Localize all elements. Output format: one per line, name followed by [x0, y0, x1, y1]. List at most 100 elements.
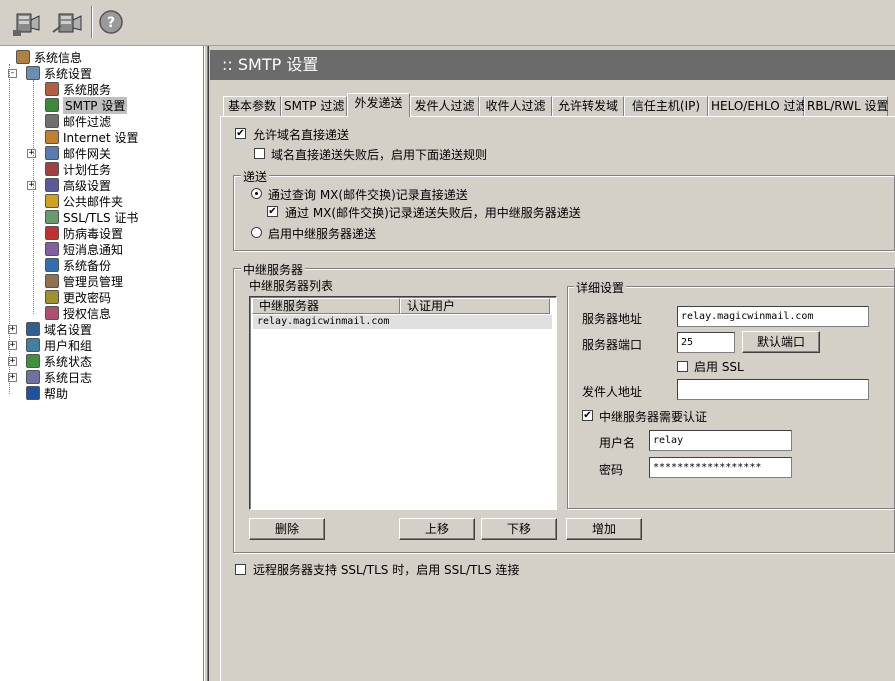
add-button[interactable]: 增加	[566, 518, 642, 540]
toolbar: ?	[0, 0, 895, 46]
mx-delivery-radio[interactable]	[251, 188, 262, 199]
details-group-title: 详细设置	[574, 279, 627, 296]
move-down-button[interactable]: 下移	[481, 518, 557, 540]
mx-fallback-checkbox[interactable]: ✔	[267, 206, 278, 217]
task-icon	[45, 162, 59, 176]
tree-item-label: 邮件过滤	[63, 114, 112, 129]
server-address-label: 服务器地址	[582, 312, 643, 326]
domain-icon	[26, 322, 40, 336]
tree-item[interactable]: SSL/TLS 证书	[45, 209, 138, 225]
remote-ssl-checkbox[interactable]	[235, 564, 246, 575]
tree-item-label: 管理员管理	[63, 274, 124, 289]
gateway-icon	[45, 146, 59, 160]
move-up-button[interactable]: 上移	[399, 518, 475, 540]
tab-recipient-filter[interactable]: 收件人过滤	[479, 96, 552, 116]
relay-delivery-radio[interactable]	[251, 227, 262, 238]
tab-relay-domains[interactable]: 允许转发域	[552, 96, 624, 116]
tab-rbl-settings[interactable]: RBL/RWL 设置	[804, 96, 889, 116]
tree-item[interactable]: 授权信息	[45, 305, 111, 321]
auth-required-label: 中继服务器需要认证	[599, 410, 708, 424]
username-input[interactable]: relay	[649, 430, 792, 451]
help-icon[interactable]: ?	[94, 5, 128, 39]
tree-item[interactable]: SMTP 设置	[45, 96, 128, 114]
tree-item-label: 域名设置	[44, 322, 93, 337]
tree-item[interactable]: 邮件网关	[45, 145, 111, 161]
tree-item[interactable]: 系统日志	[26, 369, 92, 385]
remote-ssl-label: 远程服务器支持 SSL/TLS 时，启用 SSL/TLS 连接	[253, 563, 520, 577]
tree-item[interactable]: 管理员管理	[45, 273, 123, 289]
sender-address-input[interactable]	[677, 379, 869, 400]
tree-item-label: 授权信息	[63, 306, 112, 321]
tab-trusted-hosts[interactable]: 信任主机(IP)	[624, 96, 708, 116]
certificate-icon	[45, 210, 59, 224]
tree-item-label: 短消息通知	[63, 242, 124, 257]
tree-item-label: 帮助	[44, 386, 69, 401]
users-icon	[26, 338, 40, 352]
tree-item-label: 防病毒设置	[63, 226, 124, 241]
page-title: :: SMTP 设置	[210, 50, 895, 80]
tree-item[interactable]: 系统状态	[26, 353, 92, 369]
tab-smtp-filter[interactable]: SMTP 过滤	[281, 96, 347, 116]
connect-server-icon[interactable]	[10, 5, 44, 39]
tree-item-label: 用户和组	[44, 338, 93, 353]
help-book-icon	[26, 386, 40, 400]
relay-list-title: 中继服务器列表	[249, 279, 334, 293]
tree-item[interactable]: 公共邮件夹	[45, 193, 123, 209]
tree-item-label: 系统日志	[44, 370, 93, 385]
auth-required-checkbox[interactable]: ✔	[582, 410, 593, 421]
tree-item[interactable]: 邮件过滤	[45, 113, 111, 129]
tree-item[interactable]: 计划任务	[45, 161, 111, 177]
tree-item[interactable]: 帮助	[26, 385, 68, 401]
folder-icon	[45, 194, 59, 208]
tree-item-label: Internet 设置	[63, 130, 139, 145]
password-label: 密码	[599, 463, 624, 477]
relay-server-list[interactable]: 中继服务器 认证用户 relay.magicwinmail.com	[249, 296, 557, 510]
column-header-auth-user[interactable]: 认证用户	[400, 298, 550, 314]
tree-item-label: 更改密码	[63, 290, 112, 305]
tree-item-label: 系统备份	[63, 258, 112, 273]
mx-delivery-label: 通过查询 MX(邮件交换)记录直接递送	[268, 188, 468, 202]
sms-icon	[45, 242, 59, 256]
tree-item-label: 高级设置	[63, 178, 112, 193]
tree-item[interactable]: 系统备份	[45, 257, 111, 273]
tab-helo-filter[interactable]: HELO/EHLO 过滤	[708, 96, 807, 116]
tree-item[interactable]: Internet 设置	[45, 129, 138, 145]
expand-icon[interactable]: +	[27, 149, 36, 158]
allow-direct-label: 允许域名直接递送	[253, 128, 350, 142]
delete-button[interactable]: 删除	[249, 518, 325, 540]
tree-item[interactable]: 系统信息	[16, 49, 82, 65]
tree-item[interactable]: 系统服务	[45, 81, 111, 97]
disconnect-server-icon[interactable]	[50, 5, 84, 39]
list-item[interactable]: relay.magicwinmail.com	[253, 315, 552, 329]
tree-item[interactable]: 用户和组	[26, 337, 92, 353]
antivirus-icon	[45, 226, 59, 240]
tab-sender-filter[interactable]: 发件人过滤	[410, 96, 479, 116]
tree-item[interactable]: 更改密码	[45, 289, 111, 305]
server-port-input[interactable]: 25	[677, 332, 735, 353]
default-port-button[interactable]: 默认端口	[742, 331, 820, 353]
column-header-relay-server[interactable]: 中继服务器	[252, 298, 400, 314]
enable-ssl-checkbox[interactable]	[677, 361, 688, 372]
service-icon	[45, 82, 59, 96]
license-icon	[45, 306, 59, 320]
tree-item-label: 系统状态	[44, 354, 93, 369]
tree-item[interactable]: 高级设置	[45, 177, 111, 193]
tab-basic[interactable]: 基本参数	[223, 96, 281, 116]
tree-item-label: 邮件网关	[63, 146, 112, 161]
advanced-icon	[45, 178, 59, 192]
sender-address-label: 发件人地址	[582, 385, 643, 399]
expand-icon[interactable]: +	[27, 181, 36, 190]
server-port-label: 服务器端口	[582, 338, 643, 352]
tab-outbound[interactable]: 外发递送	[347, 93, 410, 117]
fallback-rules-checkbox[interactable]	[254, 148, 265, 159]
status-icon	[26, 354, 40, 368]
allow-direct-checkbox[interactable]: ✔	[235, 128, 246, 139]
smtp-icon	[45, 98, 59, 112]
password-input[interactable]: ******************	[649, 457, 792, 478]
tree-item[interactable]: 域名设置	[26, 321, 92, 337]
filter-icon	[45, 114, 59, 128]
tree-item[interactable]: 短消息通知	[45, 241, 123, 257]
server-address-input[interactable]: relay.magicwinmail.com	[677, 306, 869, 327]
tree-item[interactable]: 系统设置	[26, 65, 92, 81]
tree-item[interactable]: 防病毒设置	[45, 225, 123, 241]
